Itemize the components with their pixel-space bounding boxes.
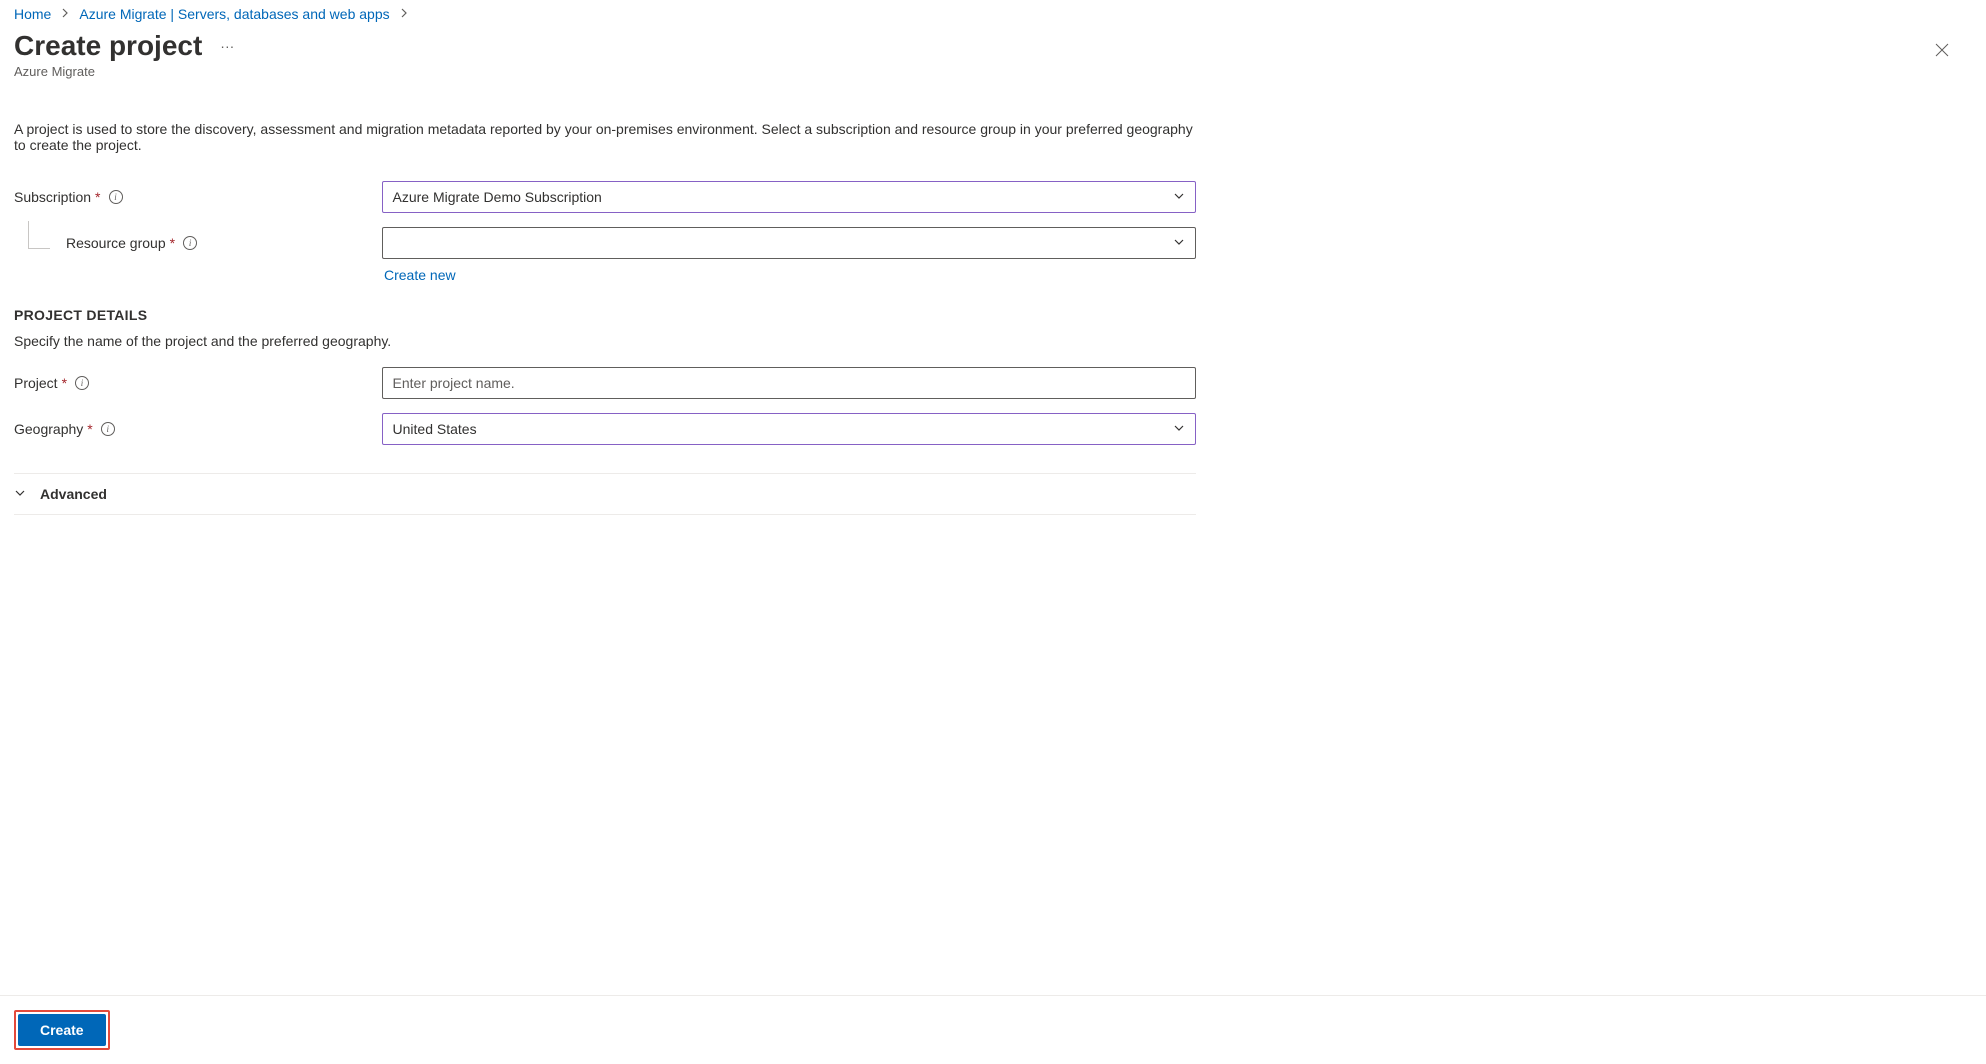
form-content: A project is used to store the discovery… [0, 79, 1210, 515]
subscription-row: Subscription * i Azure Migrate Demo Subs… [14, 181, 1196, 213]
chevron-down-icon [1173, 421, 1185, 437]
project-details-heading: PROJECT DETAILS [14, 307, 1196, 323]
required-indicator: * [95, 189, 100, 205]
resource-group-select[interactable] [382, 227, 1196, 259]
chevron-down-icon [14, 487, 26, 502]
subscription-label: Subscription [14, 189, 91, 205]
project-name-input[interactable] [382, 367, 1196, 399]
required-indicator: * [62, 375, 67, 391]
resource-group-row: Resource group * i [14, 227, 1196, 259]
advanced-accordion[interactable]: Advanced [14, 473, 1196, 515]
info-icon[interactable]: i [101, 422, 115, 436]
project-details-desc: Specify the name of the project and the … [14, 333, 1196, 349]
chevron-right-icon [59, 7, 71, 22]
indent-elbow-icon [28, 221, 50, 249]
create-button-highlight: Create [14, 1010, 110, 1050]
close-button[interactable] [1928, 36, 1956, 69]
footer-bar: Create [0, 995, 1986, 1064]
intro-text: A project is used to store the discovery… [14, 121, 1196, 153]
chevron-down-icon [1173, 189, 1185, 205]
geography-label: Geography [14, 421, 83, 437]
geography-select[interactable]: United States [382, 413, 1196, 445]
resource-group-label: Resource group [66, 235, 166, 251]
subscription-select[interactable]: Azure Migrate Demo Subscription [382, 181, 1196, 213]
info-icon[interactable]: i [109, 190, 123, 204]
page-header: Create project ··· Azure Migrate [0, 22, 1986, 79]
breadcrumb: Home Azure Migrate | Servers, databases … [0, 0, 1986, 22]
breadcrumb-home[interactable]: Home [14, 6, 51, 22]
more-actions-icon[interactable]: ··· [220, 38, 234, 54]
required-indicator: * [170, 235, 175, 251]
geography-row: Geography * i United States [14, 413, 1196, 445]
chevron-down-icon [1173, 235, 1185, 251]
create-new-link-row: Create new [14, 267, 1196, 283]
create-new-link[interactable]: Create new [384, 267, 456, 283]
close-icon [1934, 45, 1950, 62]
info-icon[interactable]: i [183, 236, 197, 250]
info-icon[interactable]: i [75, 376, 89, 390]
project-label: Project [14, 375, 58, 391]
create-button[interactable]: Create [18, 1014, 106, 1046]
geography-value: United States [393, 421, 477, 437]
page-subtitle: Azure Migrate [14, 64, 234, 79]
breadcrumb-azure-migrate[interactable]: Azure Migrate | Servers, databases and w… [79, 6, 389, 22]
chevron-right-icon [398, 7, 410, 22]
advanced-label: Advanced [40, 486, 107, 502]
page-title: Create project [14, 30, 202, 62]
project-row: Project * i [14, 367, 1196, 399]
required-indicator: * [87, 421, 92, 437]
subscription-value: Azure Migrate Demo Subscription [393, 189, 602, 205]
